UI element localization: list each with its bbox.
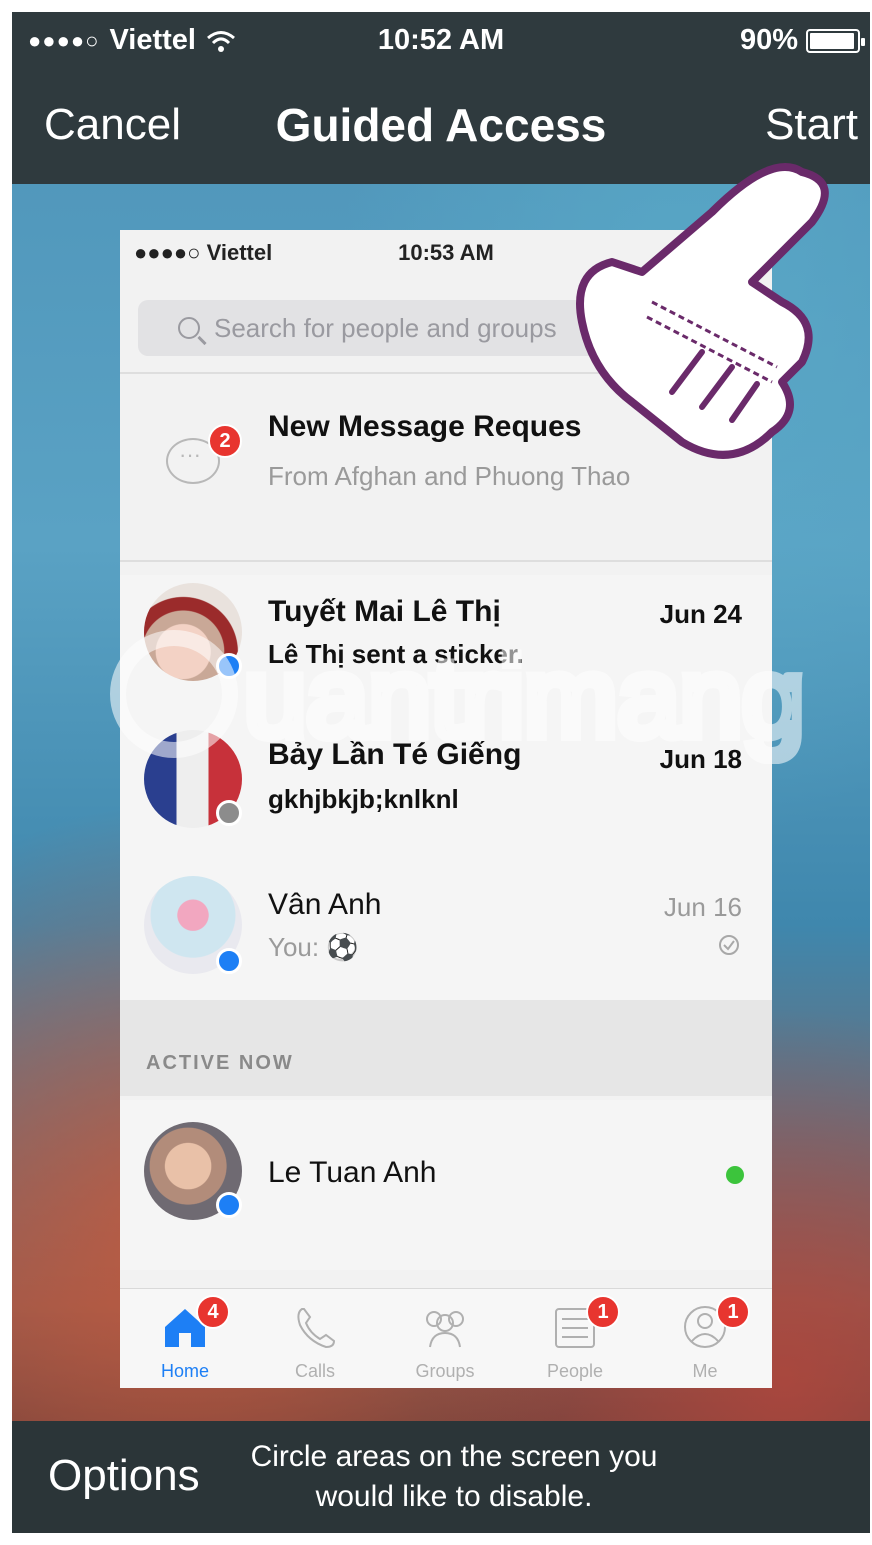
tab-badge: 1 — [586, 1295, 620, 1329]
contact-name: Le Tuan Anh — [268, 1156, 437, 1189]
tab-badge: 4 — [196, 1295, 230, 1329]
section-label: ACTIVE NOW — [146, 1052, 294, 1074]
tab-label: Me — [692, 1361, 718, 1381]
page-title: Guided Access — [275, 99, 607, 151]
conversation-preview: You: ⚽ — [268, 932, 359, 962]
battery-percent: 90% — [739, 24, 798, 56]
phone-icon — [297, 1308, 336, 1349]
tab-calls[interactable]: Calls — [250, 1289, 380, 1388]
guided-access-bottom-bar: Options Circle areas on the screen you w… — [12, 1421, 870, 1533]
conversation-preview: gkhjbkjb;knlknl — [268, 784, 459, 814]
check-circle-icon — [719, 935, 739, 955]
facebook-badge-icon — [216, 800, 242, 826]
hand-pointer-icon — [576, 163, 829, 459]
messenger-badge-icon — [216, 948, 242, 974]
options-button[interactable]: Options — [48, 1451, 200, 1501]
active-contact-row[interactable]: Le Tuan Anh — [120, 1100, 772, 1270]
divider — [120, 560, 772, 562]
start-button[interactable]: Start — [765, 100, 858, 150]
conversation-date: Jun 16 — [663, 892, 742, 922]
online-status-indicator — [726, 1166, 744, 1184]
device-screen: ●●●●○ Viettel 10:52 AM 90% Cancel Guided… — [12, 12, 870, 1533]
tab-bar: 4 Home Calls Groups 1 People 1 Me — [120, 1288, 772, 1388]
tab-badge: 1 — [716, 1295, 750, 1329]
status-bar: ●●●●○ Viettel 10:52 AM 90% — [12, 12, 870, 72]
tab-groups[interactable]: Groups — [380, 1289, 510, 1388]
groups-icon — [426, 1311, 464, 1348]
active-now-header: ACTIVE NOW — [120, 1000, 772, 1096]
watermark-logo: uantrimang — [110, 630, 809, 764]
svg-text:uantrimang: uantrimang — [244, 635, 804, 760]
conversation-name: Vân Anh — [268, 888, 382, 921]
status-right: 90% — [739, 24, 865, 57]
tab-home[interactable]: 4 Home — [120, 1289, 250, 1388]
search-placeholder: Search for people and groups — [214, 312, 557, 343]
search-icon — [178, 317, 200, 339]
tab-label: Calls — [294, 1361, 335, 1381]
instruction-text: Circle areas on the screen you would lik… — [250, 1440, 658, 1513]
tab-label: People — [546, 1361, 604, 1381]
tab-people[interactable]: 1 People — [510, 1289, 640, 1388]
tab-label: Groups — [415, 1361, 475, 1381]
tab-label: Home — [160, 1361, 209, 1381]
request-title: New Message Reques — [268, 410, 582, 443]
battery-icon — [806, 28, 865, 53]
conversation-row[interactable]: Vân Anh You: ⚽ Jun 16 — [120, 862, 772, 1012]
request-badge: 2 — [208, 424, 242, 458]
messenger-badge-icon — [216, 1192, 242, 1218]
tab-me[interactable]: 1 Me — [640, 1289, 770, 1388]
